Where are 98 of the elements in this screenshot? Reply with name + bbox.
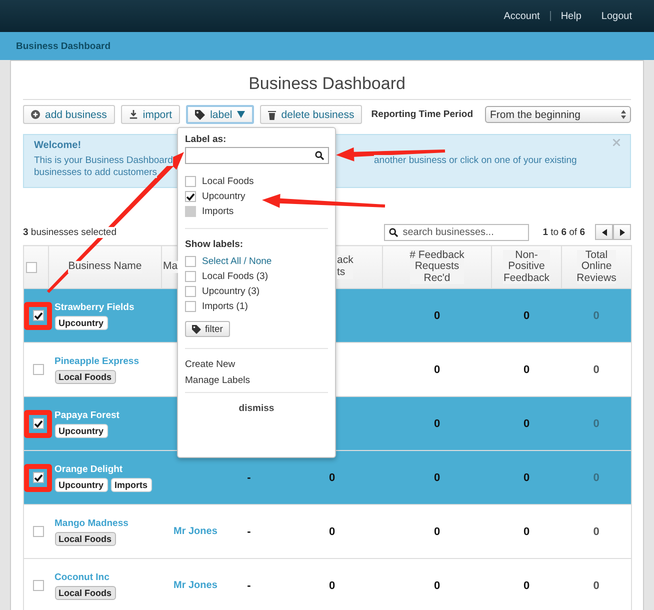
right-triangle-icon (620, 228, 624, 236)
option-label[interactable]: Imports (1) (202, 301, 248, 312)
label-tag: Upcountry (54, 478, 108, 492)
column-header: # Feedback Requests Rec'd (410, 250, 464, 284)
checkbox[interactable] (32, 580, 44, 591)
search-icon (388, 228, 398, 236)
tag-icon (195, 110, 206, 120)
checkbox[interactable] (185, 256, 196, 267)
table-row[interactable]: Orange Delight Upcountry Imports - 0 0 0 0 (24, 450, 632, 504)
table-cell: - (247, 580, 251, 592)
checkbox[interactable] (26, 262, 37, 272)
close-icon[interactable] (613, 139, 620, 146)
column-header: Business Name (68, 261, 142, 273)
checkbox[interactable] (32, 472, 44, 483)
left-triangle-icon (602, 228, 606, 236)
label-tag: Local Foods (54, 586, 116, 600)
checkbox[interactable] (185, 286, 196, 297)
toolbar-button[interactable]: delete business (260, 105, 362, 124)
period-select[interactable]: From the beginning (485, 106, 631, 123)
table-cell: 0 (593, 472, 600, 484)
table-cell: 0 (523, 526, 530, 538)
option-label[interactable]: Local Foods (202, 176, 254, 187)
toolbar-button[interactable]: import (120, 105, 180, 124)
period-label: Reporting Time Period (371, 109, 473, 120)
previous-button[interactable] (595, 224, 613, 240)
filter-button[interactable]: filter (185, 321, 230, 337)
option-label[interactable]: Upcountry (202, 191, 246, 202)
table-cell: 0 (593, 418, 600, 430)
page-title: Business Dashboard (23, 71, 631, 100)
option-label[interactable]: Imports (202, 206, 234, 217)
tag-icon (192, 324, 201, 334)
toolbar-button[interactable]: add business (23, 105, 115, 124)
menu-label: Label as: (185, 134, 228, 145)
nav-link[interactable]: Logout (591, 10, 642, 22)
table-cell: 0 (328, 580, 336, 592)
label-input[interactable] (185, 147, 329, 164)
column-header: Total Online Reviews (576, 250, 616, 284)
checkbox[interactable] (185, 271, 196, 282)
table-cell: 0 (593, 526, 600, 538)
menu-action[interactable]: Manage Labels (185, 375, 250, 386)
alert-text: businesses to add customers (34, 167, 158, 178)
table-cell: 0 (523, 580, 530, 592)
label-tag: Local Foods (54, 370, 116, 384)
table-cell: 0 (593, 580, 600, 592)
label-tag: Imports (110, 478, 152, 492)
checkbox[interactable] (32, 418, 44, 429)
checkbox[interactable] (32, 364, 44, 375)
table-cell: 0 (523, 418, 530, 430)
table-cell: - (247, 526, 251, 538)
nav-link[interactable]: Account (494, 10, 550, 22)
label-tag: Upcountry (54, 424, 108, 438)
label-tag: Upcountry (54, 316, 108, 330)
table-row[interactable]: Mango Madness Local Foods Mr Jones - 0 0 0 0 (24, 504, 632, 558)
checkbox[interactable] (185, 301, 196, 312)
option-label[interactable]: Local Foods (3) (202, 271, 268, 282)
table-cell: - (247, 472, 251, 484)
alert-text: another business or click on one of your existing (374, 155, 577, 166)
alert-text: This is your Business Dashboard (34, 155, 173, 166)
next-button[interactable] (613, 224, 631, 240)
stepper-icon (621, 110, 626, 119)
menu-action[interactable]: Create New (185, 359, 236, 370)
table-cell: 0 (523, 364, 530, 376)
column-header: Non- Positive Feedback (503, 250, 550, 284)
search-icon (315, 151, 324, 160)
table-cell: 0 (434, 580, 440, 592)
download-icon (128, 110, 138, 119)
table-cell: 0 (523, 472, 530, 484)
table-row[interactable]: Coconut Inc Local Foods Mr Jones - 0 0 0 0 (24, 558, 632, 610)
option-label[interactable]: Upcountry (3) (202, 286, 260, 297)
table-cell: 0 (434, 472, 440, 484)
checkbox[interactable] (32, 526, 44, 537)
table-cell: 0 (434, 418, 440, 430)
checkbox[interactable] (185, 191, 196, 202)
caret-icon (237, 111, 246, 118)
toolbar-button[interactable]: label (186, 105, 254, 124)
select-all-link[interactable]: Select All / None (202, 256, 272, 267)
trash-icon (268, 110, 276, 120)
pager-text: 1 to 6 of 6 (542, 226, 585, 238)
table-cell: 0 (328, 526, 336, 538)
selection-count: 3 businesses selected (23, 226, 116, 238)
alert-title: Welcome! (34, 140, 82, 151)
nav-link[interactable]: Help (550, 10, 592, 22)
table-cell: 0 (523, 310, 530, 322)
menu-label: Show labels: (185, 239, 244, 250)
table-cell: 0 (593, 364, 600, 376)
table-cell: 0 (434, 364, 440, 376)
dismiss-link[interactable]: dismiss (185, 403, 328, 414)
column-header: Ma (163, 261, 178, 273)
plus-icon (31, 110, 40, 119)
checkbox[interactable] (185, 176, 196, 187)
search-field[interactable]: search businesses... (384, 224, 529, 240)
breadcrumb: Business Dashboard (16, 40, 110, 52)
table-cell: 0 (434, 310, 440, 322)
checkbox[interactable] (32, 310, 44, 321)
label-tag: Local Foods (54, 532, 116, 546)
table-cell: 0 (328, 472, 336, 484)
table-cell: 0 (593, 310, 600, 322)
table-cell: 0 (434, 526, 440, 538)
